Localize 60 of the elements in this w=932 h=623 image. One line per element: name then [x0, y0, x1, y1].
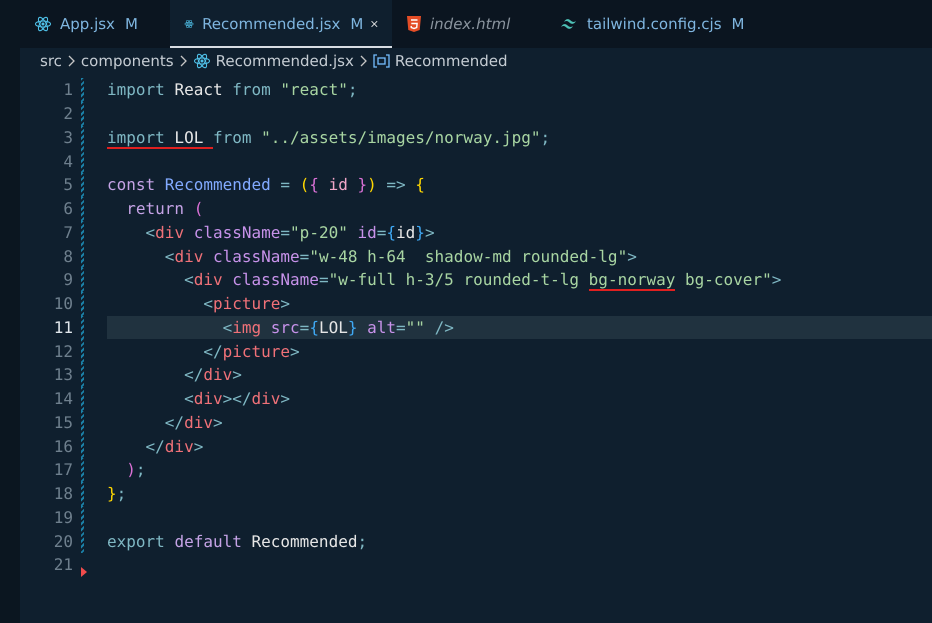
line-number: 19: [52, 508, 73, 527]
editor-tab[interactable]: tailwind.config.cjs M: [545, 0, 759, 48]
line-number: 20: [52, 532, 73, 551]
line-number: 14: [52, 389, 73, 408]
code-line: };: [107, 484, 126, 504]
line-number: 12: [52, 342, 73, 361]
line-number: 7: [62, 222, 73, 242]
modified-status: M: [732, 15, 744, 33]
line-number: 15: [52, 412, 73, 432]
line-number: 6: [62, 199, 73, 218]
tab-label: index.html: [430, 15, 510, 33]
code-line: <div></div>: [183, 389, 290, 408]
line-number: 2: [62, 104, 73, 124]
line-number: 17: [52, 460, 73, 480]
breadcrumb-item[interactable]: Recommended.jsx: [216, 52, 354, 70]
line-number: 1: [62, 80, 73, 100]
code-line: <img src={LOL} alt="" />: [222, 318, 454, 337]
code-line: const Recommended = ({ id }) => {: [107, 175, 425, 194]
modified-status: M: [124, 15, 138, 33]
code-line: import LOL from "../assets/images/norway.jpg";: [107, 128, 550, 147]
editor-tab[interactable]: App.jsx M: [20, 0, 170, 48]
line-number: 10: [52, 294, 73, 314]
line-number: 11: [52, 318, 73, 337]
editor-tab[interactable]: index.html: [392, 0, 545, 48]
code-line: );: [125, 460, 146, 480]
breadcrumb-item[interactable]: src: [40, 52, 62, 70]
editor-tab[interactable]: Recommended.jsx M: [170, 0, 392, 48]
code-line: <div className="w-48 h-64 shadow-md rounded-lg">: [164, 246, 637, 266]
code-line: </div>: [164, 412, 223, 432]
chevron-icon: [66, 55, 76, 67]
line-number: 18: [52, 484, 73, 504]
line-number: 13: [52, 365, 73, 384]
tab-label: App.jsx: [60, 15, 115, 33]
code-line: export default Recommended;: [107, 532, 368, 551]
line-number: 8: [62, 246, 73, 266]
deleted-marker-icon: [81, 567, 87, 577]
modified-status: M: [350, 15, 364, 33]
line-number: 3: [62, 128, 73, 147]
chevron-icon: [358, 55, 368, 67]
code-line: <div className="w-full h-3/5 rounded-t-lg bg-norway bg-cover">: [183, 270, 782, 290]
code-line: import React from "react";: [107, 80, 358, 100]
wave-icon: [559, 17, 579, 31]
line-number: 9: [62, 270, 73, 290]
code-line: return (: [125, 199, 204, 218]
symbol-icon: [372, 54, 390, 68]
breadcrumb-item[interactable]: Recommended: [394, 52, 508, 70]
line-number: 5: [62, 175, 73, 194]
line-number: 16: [52, 436, 73, 456]
tab-label: Recommended.jsx: [202, 15, 340, 33]
code-line: </div>: [183, 365, 242, 384]
breadcrumb-item[interactable]: components: [80, 52, 174, 70]
chevron-icon: [178, 55, 188, 67]
line-number: 4: [62, 152, 73, 171]
close-icon[interactable]: [371, 18, 378, 30]
code-line: <div className="p-20" id={id}>: [144, 222, 435, 242]
line-number: 21: [52, 555, 73, 574]
code-line: </div>: [144, 436, 204, 456]
tab-label: tailwind.config.cjs: [587, 15, 722, 33]
code-line: <picture>: [202, 294, 290, 314]
code-line: </picture>: [202, 342, 300, 361]
